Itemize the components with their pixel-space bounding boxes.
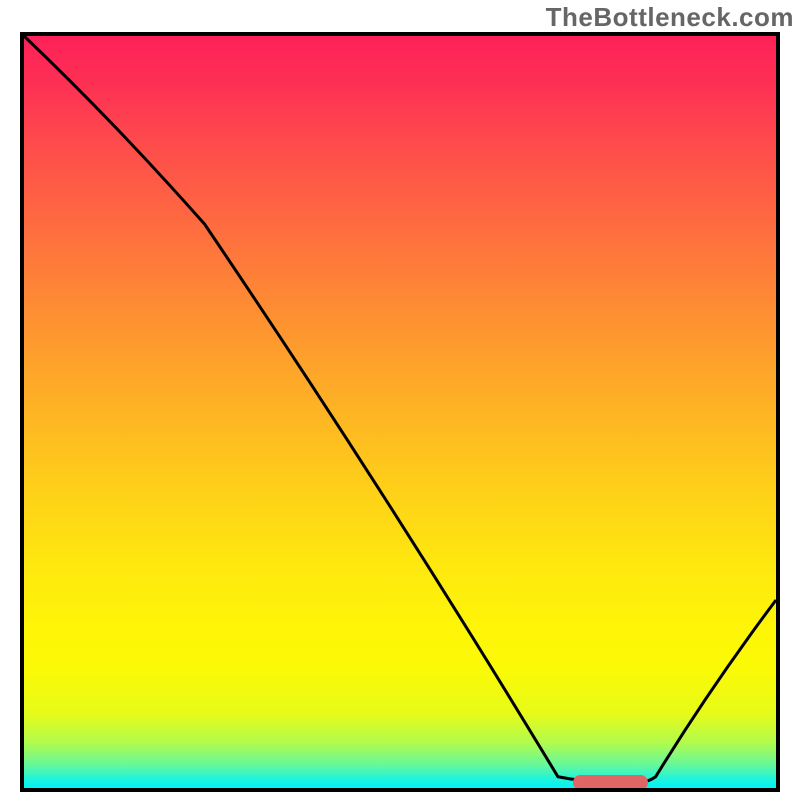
watermark-text: TheBottleneck.com <box>546 2 794 33</box>
plot-area <box>20 32 780 792</box>
curve-path <box>24 36 776 782</box>
chart-container: TheBottleneck.com <box>0 0 800 800</box>
min-marker <box>573 775 648 790</box>
curve-svg <box>24 36 776 788</box>
